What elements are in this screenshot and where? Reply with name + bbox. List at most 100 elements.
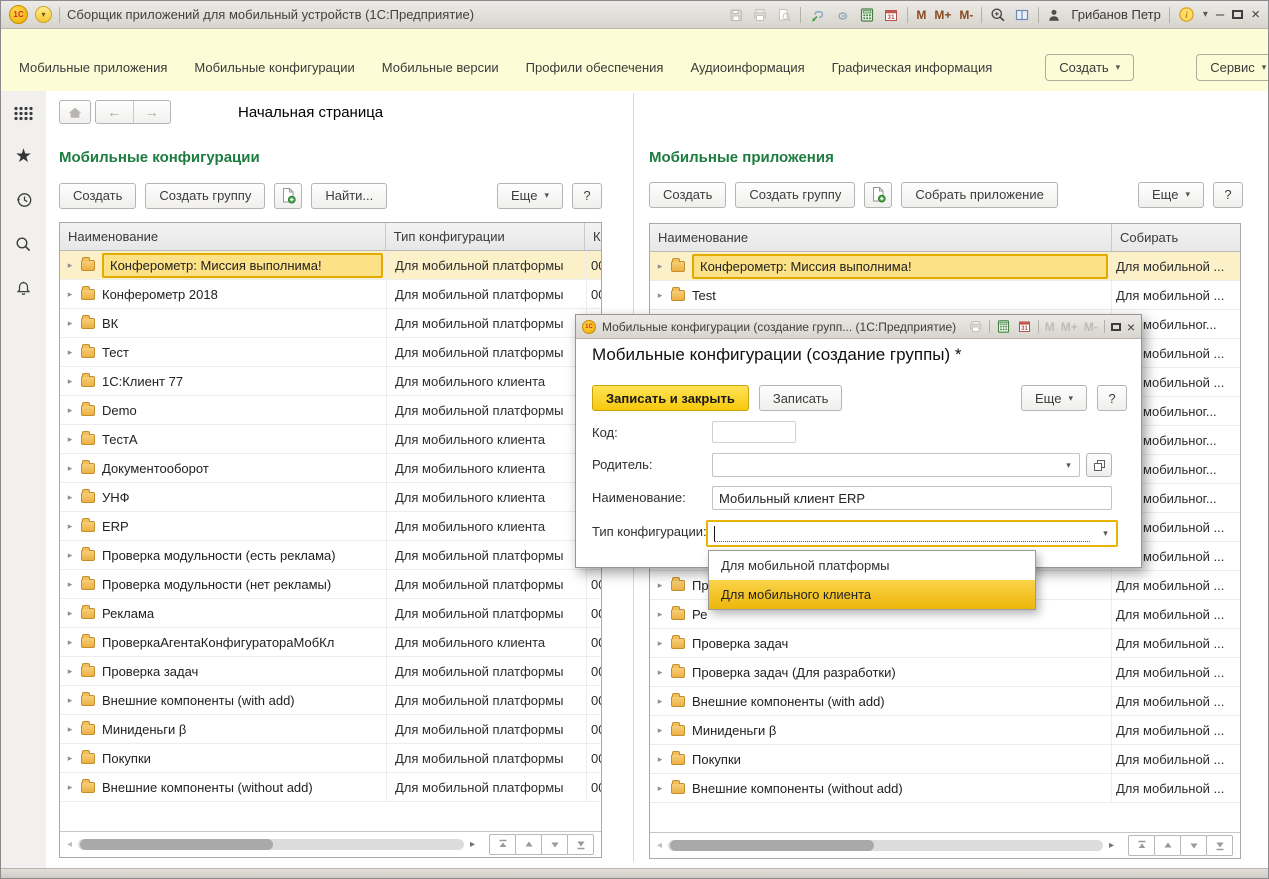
- scrollbar-thumb[interactable]: [80, 839, 273, 850]
- table-row[interactable]: ▸1С:Клиент 77 Для мобильного клиента 00: [60, 367, 601, 396]
- table-row[interactable]: ▸УНФ Для мобильного клиента 00: [60, 483, 601, 512]
- expand-arrow-icon[interactable]: ▸: [64, 724, 76, 735]
- print-icon[interactable]: [968, 319, 983, 334]
- maximize-button[interactable]: [1232, 10, 1243, 19]
- back-button[interactable]: ←: [96, 101, 133, 123]
- find-button[interactable]: Найти...: [311, 183, 387, 209]
- expand-arrow-icon[interactable]: ▸: [654, 261, 666, 272]
- minimize-button[interactable]: –: [1216, 7, 1224, 22]
- more-button[interactable]: Еще▾: [497, 183, 563, 209]
- table-row[interactable]: ▸ERP Для мобильного клиента 00: [60, 512, 601, 541]
- expand-arrow-icon[interactable]: ▸: [654, 696, 666, 707]
- create-button[interactable]: Создать: [59, 183, 136, 209]
- calendar-icon[interactable]: 31: [1017, 319, 1032, 334]
- add-link-icon[interactable]: [809, 7, 826, 23]
- horizontal-scrollbar[interactable]: [668, 840, 1103, 851]
- expand-arrow-icon[interactable]: ▸: [64, 289, 76, 300]
- dropdown-arrow-icon[interactable]: ▾: [1096, 523, 1115, 544]
- expand-arrow-icon[interactable]: ▸: [654, 667, 666, 678]
- scroll-left-icon[interactable]: ◂: [67, 839, 72, 850]
- home-button[interactable]: [59, 100, 91, 124]
- expand-arrow-icon[interactable]: ▸: [654, 290, 666, 301]
- memory-plus-button[interactable]: M+: [934, 8, 951, 22]
- table-row[interactable]: ▸Покупки Для мобильной платформы 00: [60, 744, 601, 773]
- table-row[interactable]: ▸Конферометр: Миссия выполнима! Для моби…: [60, 251, 601, 280]
- table-row[interactable]: ▸Реклама Для мобильной платформы 00: [60, 599, 601, 628]
- table-row[interactable]: ▸Миниденьги β Для мобильной платформы 00: [60, 715, 601, 744]
- notifications-bell-icon[interactable]: [1, 275, 46, 301]
- maximize-button[interactable]: [1111, 323, 1121, 331]
- table-row[interactable]: ▸ПроверкаАгентаКонфигуратораМобКл Для мо…: [60, 628, 601, 657]
- expand-arrow-icon[interactable]: ▸: [64, 666, 76, 677]
- split-view-icon[interactable]: [1014, 7, 1030, 23]
- chevron-down-icon[interactable]: ▾: [1203, 9, 1208, 20]
- table-row[interactable]: ▸Проверка задач Для мобильной ...: [650, 629, 1240, 658]
- column-header-build[interactable]: Собирать: [1112, 224, 1240, 251]
- help-button[interactable]: ?: [1213, 182, 1243, 208]
- create-group-button[interactable]: Создать группу: [145, 183, 265, 209]
- menu-graphic-information[interactable]: Графическая информация: [832, 60, 993, 75]
- calculator-icon[interactable]: [859, 7, 875, 23]
- expand-arrow-icon[interactable]: ▸: [64, 318, 76, 329]
- name-input[interactable]: Мобильный клиент ERP: [712, 486, 1112, 510]
- forward-button[interactable]: →: [133, 101, 171, 123]
- expand-arrow-icon[interactable]: ▸: [64, 608, 76, 619]
- go-last-button[interactable]: [567, 834, 594, 855]
- horizontal-scrollbar[interactable]: [78, 839, 464, 850]
- current-user[interactable]: Грибанов Петр: [1071, 7, 1160, 22]
- go-down-button[interactable]: [1180, 835, 1207, 856]
- zoom-icon[interactable]: [990, 7, 1006, 23]
- go-first-button[interactable]: [489, 834, 516, 855]
- table-row[interactable]: ▸Проверка модульности (нет рекламы) Для …: [60, 570, 601, 599]
- expand-arrow-icon[interactable]: ▸: [64, 695, 76, 706]
- go-up-button[interactable]: [1154, 835, 1181, 856]
- link-icon[interactable]: [834, 7, 851, 23]
- table-row[interactable]: ▸Внешние компоненты (with add) Для мобил…: [650, 687, 1240, 716]
- table-row[interactable]: ▸Проверка задач (Для разработки) Для моб…: [650, 658, 1240, 687]
- go-first-button[interactable]: [1128, 835, 1155, 856]
- close-button[interactable]: ×: [1127, 320, 1135, 334]
- scroll-right-icon[interactable]: ▸: [1109, 840, 1114, 851]
- menu-mobile-applications[interactable]: Мобильные приложения: [19, 60, 167, 75]
- help-button[interactable]: ?: [1097, 385, 1127, 411]
- table-row[interactable]: ▸Миниденьги β Для мобильной ...: [650, 716, 1240, 745]
- configuration-type-input[interactable]: ▾: [706, 520, 1118, 547]
- menu-mobile-configurations[interactable]: Мобильные конфигурации: [194, 60, 354, 75]
- table-row[interactable]: ▸ВК Для мобильной платформы 00: [60, 309, 601, 338]
- expand-arrow-icon[interactable]: ▸: [64, 550, 76, 561]
- expand-arrow-icon[interactable]: ▸: [654, 783, 666, 794]
- menu-mobile-versions[interactable]: Мобильные версии: [382, 60, 499, 75]
- scroll-right-icon[interactable]: ▸: [470, 839, 475, 850]
- favorites-star-icon[interactable]: ★: [1, 143, 46, 169]
- expand-arrow-icon[interactable]: ▸: [64, 521, 76, 532]
- expand-arrow-icon[interactable]: ▸: [654, 725, 666, 736]
- save-button[interactable]: Записать: [759, 385, 843, 411]
- table-row[interactable]: ▸Проверка модульности (есть реклама) Для…: [60, 541, 601, 570]
- print-icon[interactable]: [752, 7, 768, 23]
- expand-arrow-icon[interactable]: ▸: [64, 260, 76, 271]
- table-row[interactable]: ▸ТестА Для мобильного клиента 00: [60, 425, 601, 454]
- build-application-button[interactable]: Собрать приложение: [901, 182, 1058, 208]
- go-down-button[interactable]: [541, 834, 568, 855]
- table-row[interactable]: ▸Покупки Для мобильной ...: [650, 745, 1240, 774]
- memory-button[interactable]: M: [916, 8, 926, 22]
- memory-minus-button[interactable]: M-: [959, 8, 973, 22]
- scroll-left-icon[interactable]: ◂: [657, 840, 662, 851]
- help-button[interactable]: ?: [572, 183, 602, 209]
- menu-provision-profiles[interactable]: Профили обеспечения: [526, 60, 664, 75]
- menu-audio-information[interactable]: Аудиоинформация: [690, 60, 804, 75]
- expand-arrow-icon[interactable]: ▸: [64, 463, 76, 474]
- calendar-icon[interactable]: 31: [883, 7, 899, 23]
- create-button[interactable]: Создать: [649, 182, 726, 208]
- expand-arrow-icon[interactable]: ▸: [64, 405, 76, 416]
- table-row[interactable]: ▸Документооборот Для мобильного клиента …: [60, 454, 601, 483]
- column-header-code[interactable]: Ко: [585, 223, 601, 250]
- calculator-icon[interactable]: [996, 319, 1011, 334]
- create-group-button[interactable]: Создать группу: [735, 182, 855, 208]
- column-header-name[interactable]: Наименование: [650, 224, 1112, 251]
- expand-arrow-icon[interactable]: ▸: [64, 753, 76, 764]
- table-row[interactable]: ▸Demo Для мобильной платформы 00: [60, 396, 601, 425]
- save-icon[interactable]: [728, 7, 744, 23]
- parent-input[interactable]: ▾: [712, 453, 1080, 477]
- sections-grid-icon[interactable]: [1, 101, 46, 127]
